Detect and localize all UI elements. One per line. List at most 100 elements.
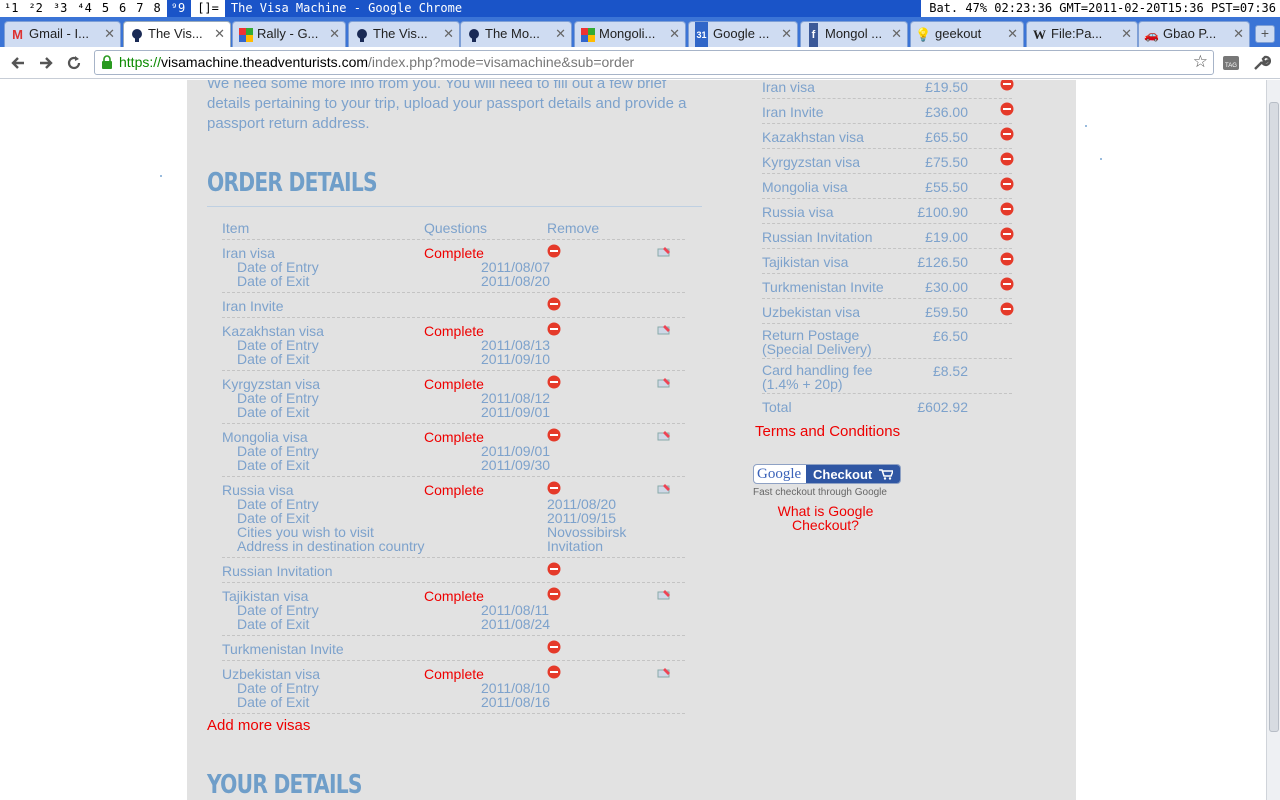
bookmark-star-icon[interactable]: ☆	[1193, 52, 1208, 72]
order-item-name: Iran Invite	[222, 298, 284, 314]
remove-item-icon[interactable]	[1000, 202, 1014, 216]
detail-label: Date of Entry	[237, 259, 319, 275]
remove-item-icon[interactable]	[547, 481, 561, 495]
url-host: visamachine.theadventurists.com	[161, 54, 369, 70]
close-tab-icon[interactable]: ✕	[1233, 22, 1244, 46]
remove-item-icon[interactable]	[1000, 302, 1014, 316]
car-icon: 🚗	[1144, 27, 1159, 42]
remove-item-icon[interactable]	[547, 428, 561, 442]
browser-tab[interactable]: f Mongol ... ✕	[800, 21, 908, 47]
close-tab-icon[interactable]: ✕	[1007, 22, 1018, 46]
new-tab-button[interactable]: +	[1255, 25, 1275, 43]
what-is-google-checkout-link[interactable]: What is Google Checkout?	[753, 504, 898, 532]
summary-item-price: £19.00	[925, 229, 968, 245]
url-text: https://visamachine.theadventurists.com/…	[119, 54, 634, 70]
remove-item-icon[interactable]	[547, 587, 561, 601]
remove-item-icon[interactable]	[547, 297, 561, 311]
detail-label: Date of Entry	[237, 496, 319, 512]
close-tab-icon[interactable]: ✕	[555, 22, 566, 46]
adventurists-icon	[354, 27, 369, 42]
lightbulb-icon: 💡	[915, 26, 932, 42]
close-tab-icon[interactable]: ✕	[214, 22, 225, 46]
back-button[interactable]	[6, 51, 30, 75]
address-bar[interactable]: https://visamachine.theadventurists.com/…	[94, 50, 1214, 75]
remove-item-icon[interactable]	[1000, 102, 1014, 116]
workspace-tag[interactable]: ⁴4	[73, 0, 97, 17]
workspace-tag[interactable]: 8	[150, 0, 167, 17]
detail-value: 2011/09/01	[481, 404, 551, 420]
tag-extension-icon[interactable]: TAG	[1221, 53, 1241, 73]
fee-rows: Return Postage (Special Delivery) £6.50 Car…	[762, 324, 1012, 394]
order-detail-row: Date of Entry 2011/08/13	[222, 338, 685, 352]
remove-item-icon[interactable]	[1000, 177, 1014, 191]
browser-tab[interactable]: Rally - G... ✕	[232, 21, 346, 47]
remove-item-icon[interactable]	[547, 665, 561, 679]
remove-item-icon[interactable]	[547, 244, 561, 258]
edit-details-icon[interactable]	[657, 588, 671, 600]
checkout-label: Checkout	[806, 465, 900, 483]
order-status: Complete	[424, 376, 484, 392]
remove-item-icon[interactable]	[1000, 252, 1014, 266]
browser-tab[interactable]: 31 Google ... ✕	[688, 21, 798, 47]
column-header-remove: Remove	[547, 220, 600, 236]
summary-item-price: £100.90	[917, 204, 968, 220]
browser-tab[interactable]: The Vis... ✕	[348, 21, 460, 47]
browser-tab[interactable]: Mongoli... ✕	[574, 21, 686, 47]
close-tab-icon[interactable]: ✕	[781, 22, 792, 46]
workspace-tag[interactable]: ²2	[24, 0, 48, 17]
close-tab-icon[interactable]: ✕	[669, 22, 680, 46]
google-checkout-button[interactable]: Google Checkout	[753, 464, 901, 484]
summary-row: Mongolia visa £55.50	[762, 174, 1014, 199]
detail-value: Novossibirsk	[547, 524, 627, 540]
detail-value: 2011/08/20	[481, 273, 551, 289]
summary-item-price: £19.50	[925, 80, 968, 95]
remove-item-icon[interactable]	[547, 322, 561, 336]
remove-item-icon[interactable]	[1000, 152, 1014, 166]
reload-button[interactable]	[62, 51, 86, 75]
close-tab-icon[interactable]: ✕	[1121, 22, 1132, 46]
remove-item-icon[interactable]	[1000, 227, 1014, 241]
remove-item-icon[interactable]	[547, 375, 561, 389]
browser-tab[interactable]: 💡 geekout ✕	[910, 21, 1024, 47]
layout-indicator[interactable]: []=	[191, 0, 225, 17]
close-tab-icon[interactable]: ✕	[104, 22, 115, 46]
detail-value: 2011/08/13	[481, 337, 551, 353]
workspace-tag[interactable]: ³3	[49, 0, 73, 17]
vertical-scrollbar[interactable]	[1266, 80, 1280, 800]
edit-details-icon[interactable]	[657, 323, 671, 335]
edit-details-icon[interactable]	[657, 245, 671, 257]
workspace-tag[interactable]: ¹1	[0, 0, 24, 17]
remove-item-icon[interactable]	[1000, 277, 1014, 291]
browser-tab[interactable]: M Gmail - I... ✕	[4, 21, 121, 47]
browser-tab[interactable]: The Vis... ✕	[123, 21, 231, 48]
remove-item-icon[interactable]	[1000, 80, 1014, 91]
edit-details-icon[interactable]	[657, 482, 671, 494]
terms-and-conditions-link[interactable]: Terms and Conditions	[755, 423, 900, 440]
workspace-tag[interactable]: 6	[115, 0, 132, 17]
close-tab-icon[interactable]: ✕	[329, 22, 340, 46]
forward-button[interactable]	[34, 51, 58, 75]
wrench-icon[interactable]	[1251, 53, 1271, 73]
remove-item-icon[interactable]	[547, 562, 561, 576]
workspace-tag[interactable]: 5	[98, 0, 115, 17]
workspace-tags: ¹1 ²2 ³3 ⁴4 5 6 7 8 ⁹9	[0, 0, 192, 17]
remove-item-icon[interactable]	[1000, 127, 1014, 141]
close-tab-icon[interactable]: ✕	[891, 22, 902, 46]
browser-tab[interactable]: The Mo... ✕	[460, 21, 572, 47]
browser-tab[interactable]: W File:Pa... ✕	[1026, 21, 1138, 47]
add-more-visas-link[interactable]: Add more visas	[207, 717, 310, 734]
workspace-tag[interactable]: ⁹9	[166, 0, 192, 17]
close-tab-icon[interactable]: ✕	[443, 22, 454, 46]
workspace-tag[interactable]: 7	[132, 0, 149, 17]
tab-label: The Mo...	[485, 26, 540, 41]
edit-details-icon[interactable]	[657, 666, 671, 678]
window-manager-bar: ¹1 ²2 ³3 ⁴4 5 6 7 8 ⁹9 []= The Visa Machine - Go…	[0, 0, 1280, 17]
edit-details-icon[interactable]	[657, 376, 671, 388]
browser-tab[interactable]: 🚗 Gbao P... ✕	[1138, 21, 1250, 47]
detail-label: Date of Exit	[237, 457, 310, 473]
order-summary: Iran visa £19.50 Iran Invite £36.00 Kazakhst…	[762, 80, 1014, 418]
remove-item-icon[interactable]	[547, 640, 561, 654]
scrollbar-thumb[interactable]	[1269, 102, 1279, 732]
order-table-header: Item Questions Remove	[222, 218, 685, 240]
edit-details-icon[interactable]	[657, 429, 671, 441]
